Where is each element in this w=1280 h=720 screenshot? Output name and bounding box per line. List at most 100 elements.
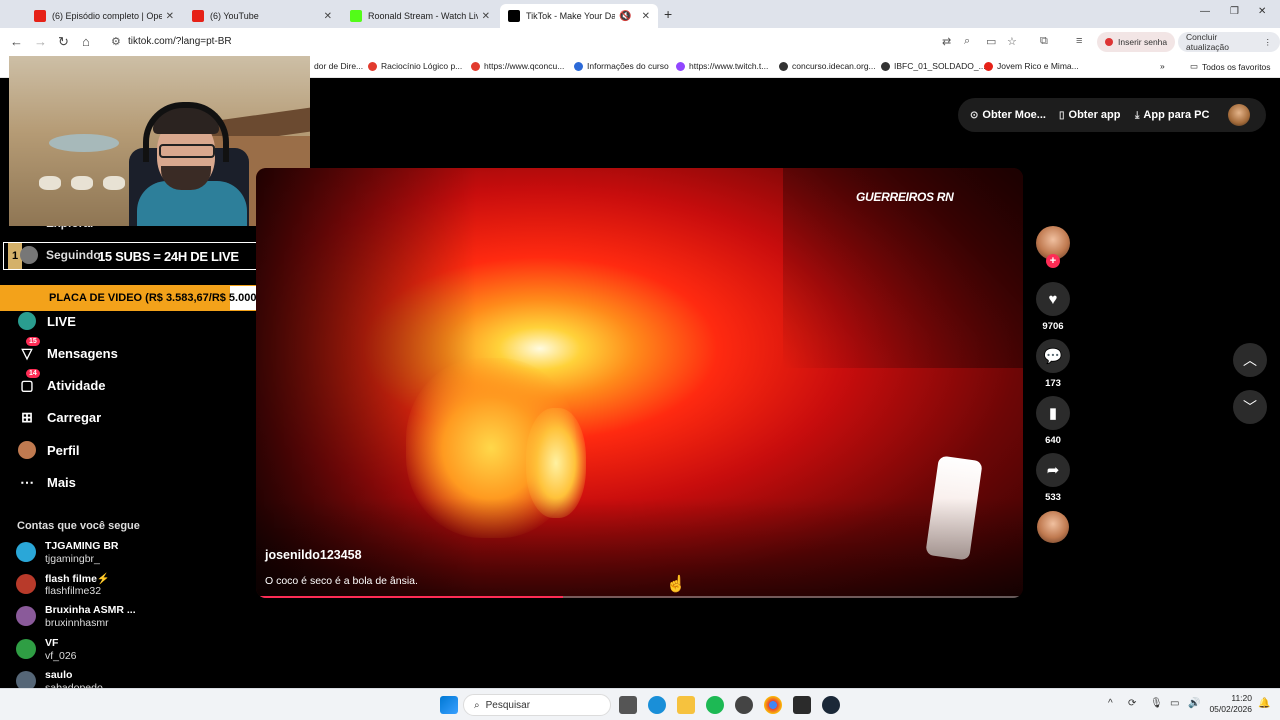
activity-icon: ▢ 14 <box>18 369 40 394</box>
chrome-icon[interactable] <box>764 696 782 714</box>
sidebar-item-live[interactable]: LIVE <box>18 312 76 330</box>
like-button[interactable]: ♥ <box>1036 282 1070 316</box>
following-account[interactable]: Bruxinha ASMR ... bruxinnhasmr <box>16 604 216 634</box>
tray-app-icon[interactable]: ⟳ <box>1128 698 1136 709</box>
obs-icon[interactable] <box>735 696 753 714</box>
tab-title: TikTok - Make Your Day <box>526 11 616 21</box>
translate-icon[interactable]: ⇄ <box>942 35 951 48</box>
close-tab-icon[interactable]: ✕ <box>642 11 650 22</box>
tab-title: (6) Episódio completo | Operaç <box>52 11 162 21</box>
sidebar-item-atividade[interactable]: ▢ 14 Atividade <box>18 369 106 394</box>
tray-chevron-icon[interactable]: ^ <box>1108 698 1113 709</box>
browser-tab-4[interactable]: TikTok - Make Your Day 🔇 ✕ <box>500 4 658 28</box>
share-button[interactable]: ➦ <box>1036 453 1070 487</box>
url-text[interactable]: tiktok.com/?lang=pt-BR <box>128 36 232 47</box>
video-author[interactable]: josenildo123458 <box>265 548 362 562</box>
following-account[interactable]: saulo sabadopedo <box>16 669 216 688</box>
close-tab-icon[interactable]: ✕ <box>166 11 174 22</box>
bookmark-icon <box>779 61 788 71</box>
bookmark-item[interactable]: Jovem Rico e Mima... <box>984 61 1079 71</box>
task-view-icon[interactable] <box>619 696 637 714</box>
site-info-icon[interactable]: ⚙ <box>111 35 121 48</box>
zoom-icon[interactable]: ⌕ <box>964 35 970 48</box>
sidebar-item-carregar[interactable]: ⊞ Carregar <box>18 408 101 426</box>
mute-icon[interactable]: 🔇 <box>619 11 631 22</box>
omnibox[interactable] <box>104 31 964 53</box>
cast-icon[interactable]: ▭ <box>986 35 996 48</box>
sidebar-item-label: Atividade <box>47 377 106 393</box>
avatar <box>16 639 36 659</box>
avatar <box>16 671 36 688</box>
following-account[interactable]: VF vf_026 <box>16 637 216 667</box>
comment-button[interactable]: 💬 <box>1036 339 1070 373</box>
sidebar-item-label: LIVE <box>47 313 76 329</box>
get-app-button[interactable]: ▯ Obter app <box>1059 109 1120 121</box>
bookmark-star-icon[interactable]: ☆ <box>1007 35 1017 48</box>
network-icon[interactable]: ▭ <box>1170 698 1179 709</box>
browser-tab-1[interactable]: (6) Episódio completo | Operaç ✕ <box>26 4 182 28</box>
goat <box>103 176 125 190</box>
app-icon[interactable] <box>793 696 811 714</box>
spotify-icon[interactable] <box>706 696 724 714</box>
microphone-icon[interactable]: 🎙 <box>1150 698 1163 709</box>
user-avatar[interactable] <box>1228 104 1250 126</box>
clock-time: 11:20 <box>1231 693 1252 703</box>
extensions-icon[interactable]: ⧉ <box>1040 35 1048 48</box>
live-icon <box>18 312 36 330</box>
next-video-button[interactable]: ﹀ <box>1233 390 1267 424</box>
bookmark-item[interactable]: concurso.idecan.org... <box>779 61 876 71</box>
bookmark-item[interactable]: https://www.twitch.t... <box>676 61 768 71</box>
close-tab-icon[interactable]: ✕ <box>324 11 332 22</box>
get-coins-button[interactable]: ⊙ Obter Moe... <box>970 109 1046 121</box>
minimize-button[interactable]: — <box>1200 6 1210 17</box>
more-bookmarks-icon[interactable]: » <box>1160 61 1165 71</box>
back-button[interactable]: ← <box>10 34 23 49</box>
messages-icon: ▽ 15 <box>18 337 40 362</box>
browser-tab-3[interactable]: Roonald Stream - Watch Live o ✕ <box>342 4 498 28</box>
password-button[interactable]: Inserir senha <box>1097 32 1176 52</box>
reading-list-icon[interactable]: ≡ <box>1076 35 1082 47</box>
bookmark-item[interactable]: Raciocínio Lógico p... <box>368 61 462 71</box>
file-explorer-icon[interactable] <box>677 696 695 714</box>
following-account[interactable]: flash filme⚡ flashfilme32 <box>16 572 216 602</box>
video-player[interactable]: GUERREIROS RN josenildo123458 O coco é s… <box>256 168 1023 598</box>
maximize-button[interactable]: ❐ <box>1230 6 1239 17</box>
sidebar-item-mais[interactable]: ⋯ Mais <box>18 473 76 491</box>
bookmark-icon <box>368 61 377 71</box>
bookmark-item[interactable]: https://www.qconcu... <box>471 61 564 71</box>
close-window-button[interactable]: ✕ <box>1258 6 1266 17</box>
reload-button[interactable]: ↻ <box>58 34 69 50</box>
system-clock[interactable]: 11:20 05/02/2026 <box>1204 693 1252 715</box>
avatar <box>16 574 36 594</box>
sound-avatar[interactable] <box>1037 511 1069 543</box>
bookmark-item[interactable]: IBFC_01_SOLDADO_... <box>881 61 986 71</box>
follow-plus-icon[interactable]: + <box>1046 254 1060 268</box>
notification-icon[interactable]: 🔔 <box>1258 698 1270 709</box>
previous-video-button[interactable]: ︿ <box>1233 343 1267 377</box>
forward-button[interactable]: → <box>34 34 47 49</box>
taskbar-search[interactable]: ⌕ Pesquisar <box>463 694 611 716</box>
bookmark-item[interactable]: dor de Dire... <box>314 61 363 71</box>
update-button[interactable]: Concluir atualização ⋮ <box>1178 32 1280 52</box>
edge-icon[interactable] <box>648 696 666 714</box>
bookmark-icon <box>574 61 583 71</box>
pc-app-button[interactable]: ⤓ App para PC <box>1135 109 1209 121</box>
home-button[interactable]: ⌂ <box>82 34 90 49</box>
video-progress-bar[interactable] <box>256 596 1023 598</box>
comment-icon: 💬 <box>1043 348 1063 365</box>
sidebar-item-perfil[interactable]: Perfil <box>18 441 80 459</box>
sidebar-item-seguindo[interactable]: Seguindo <box>46 248 101 262</box>
bookmark-item[interactable]: Informações do curso <box>574 61 669 71</box>
following-account[interactable]: TJGAMING BR tjgamingbr_ <box>16 540 216 570</box>
all-bookmarks[interactable]: ▭ Todos os favoritos <box>1190 61 1271 72</box>
sidebar-item-mensagens[interactable]: ▽ 15 Mensagens <box>18 337 118 362</box>
windows-start-icon[interactable] <box>440 696 458 714</box>
steam-icon[interactable] <box>822 696 840 714</box>
close-tab-icon[interactable]: ✕ <box>482 11 490 22</box>
share-icon: ➦ <box>1046 462 1060 479</box>
new-tab-button[interactable]: + <box>664 6 672 22</box>
account-name: TJGAMING BR <box>45 540 119 552</box>
volume-icon[interactable]: 🔊 <box>1188 698 1200 709</box>
save-button[interactable]: ▮ <box>1036 396 1070 430</box>
browser-tab-2[interactable]: (6) YouTube ✕ <box>184 4 340 28</box>
